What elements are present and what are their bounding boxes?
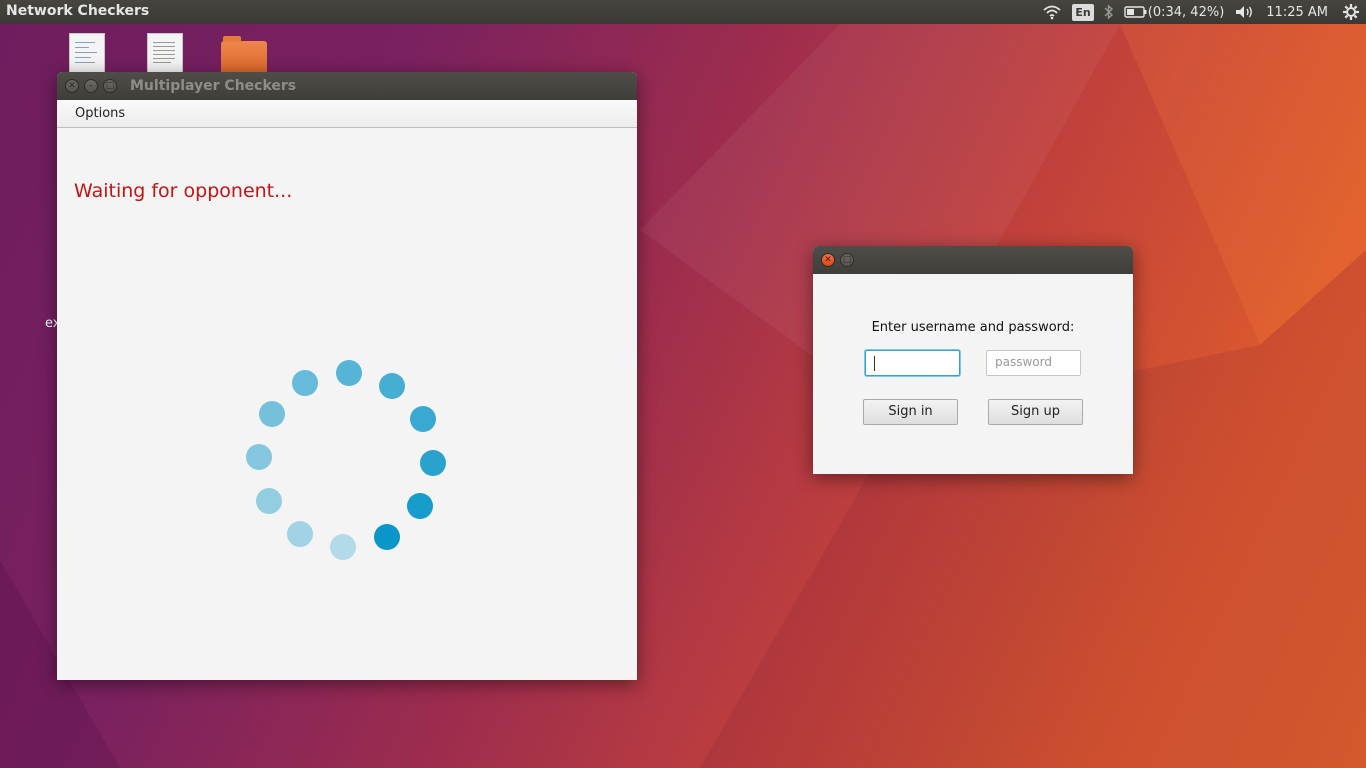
spinner-dot bbox=[406, 493, 433, 520]
bluetooth-icon[interactable] bbox=[1104, 4, 1114, 20]
menu-bar: Options bbox=[57, 100, 637, 128]
clock[interactable]: 11:25 AM bbox=[1266, 5, 1328, 20]
battery-icon bbox=[1124, 6, 1147, 18]
sign-in-button[interactable]: Sign in bbox=[863, 399, 958, 425]
active-app-title: Network Checkers bbox=[6, 3, 150, 19]
spinner-dot bbox=[373, 523, 400, 550]
sign-up-button[interactable]: Sign up bbox=[988, 399, 1083, 425]
desktop-file-icon[interactable] bbox=[69, 33, 107, 75]
login-dialog-titlebar[interactable]: ✕ □ bbox=[813, 246, 1133, 274]
close-button[interactable]: ✕ bbox=[821, 253, 835, 267]
spinner-dot bbox=[329, 533, 356, 560]
login-dialog-body: Enter username and password: password Si… bbox=[813, 274, 1133, 474]
spinner-dot bbox=[379, 373, 406, 400]
maximize-button[interactable]: □ bbox=[840, 253, 854, 267]
spinner-dot bbox=[286, 520, 313, 547]
minimize-button[interactable]: – bbox=[84, 79, 98, 93]
desktop-file-icon[interactable] bbox=[147, 33, 185, 75]
indicator-area: En (0:34, 42%) 11:25 AM bbox=[1042, 0, 1366, 24]
loading-spinner bbox=[57, 128, 637, 680]
system-menu-gear-icon[interactable] bbox=[1342, 3, 1360, 21]
spinner-dot bbox=[409, 406, 436, 433]
top-panel: Network Checkers En (0:34, 42%) 11:25 AM bbox=[0, 0, 1366, 24]
spinner-dot bbox=[336, 360, 363, 387]
battery-indicator[interactable]: (0:34, 42%) bbox=[1124, 4, 1225, 20]
desktop-folder-icon[interactable] bbox=[221, 33, 267, 75]
spinner-dot bbox=[256, 487, 283, 514]
checkers-window: ✕ – □ Multiplayer Checkers Options Waiti… bbox=[57, 72, 637, 680]
keyboard-layout-label: En bbox=[1072, 3, 1094, 21]
spinner-dot bbox=[259, 400, 286, 427]
spinner-dot bbox=[419, 450, 446, 477]
username-field[interactable] bbox=[865, 350, 960, 376]
password-field[interactable]: password bbox=[986, 350, 1081, 376]
spinner-dot bbox=[246, 443, 273, 470]
checkers-window-title: Multiplayer Checkers bbox=[130, 78, 297, 94]
text-caret bbox=[874, 356, 875, 371]
login-prompt: Enter username and password: bbox=[871, 320, 1075, 335]
wifi-icon[interactable] bbox=[1042, 4, 1062, 20]
checkers-content: Waiting for opponent... bbox=[57, 128, 637, 680]
login-dialog: ✕ □ Enter username and password: passwor… bbox=[813, 246, 1133, 474]
password-placeholder: password bbox=[995, 355, 1052, 369]
maximize-button[interactable]: □ bbox=[103, 79, 117, 93]
checkers-window-titlebar[interactable]: ✕ – □ Multiplayer Checkers bbox=[57, 72, 637, 100]
spinner-dot bbox=[292, 370, 319, 397]
keyboard-layout-indicator[interactable]: En bbox=[1072, 3, 1094, 21]
battery-text: (0:34, 42%) bbox=[1147, 4, 1225, 20]
volume-icon[interactable] bbox=[1234, 4, 1256, 20]
close-button[interactable]: ✕ bbox=[65, 79, 79, 93]
menu-options[interactable]: Options bbox=[75, 106, 125, 121]
